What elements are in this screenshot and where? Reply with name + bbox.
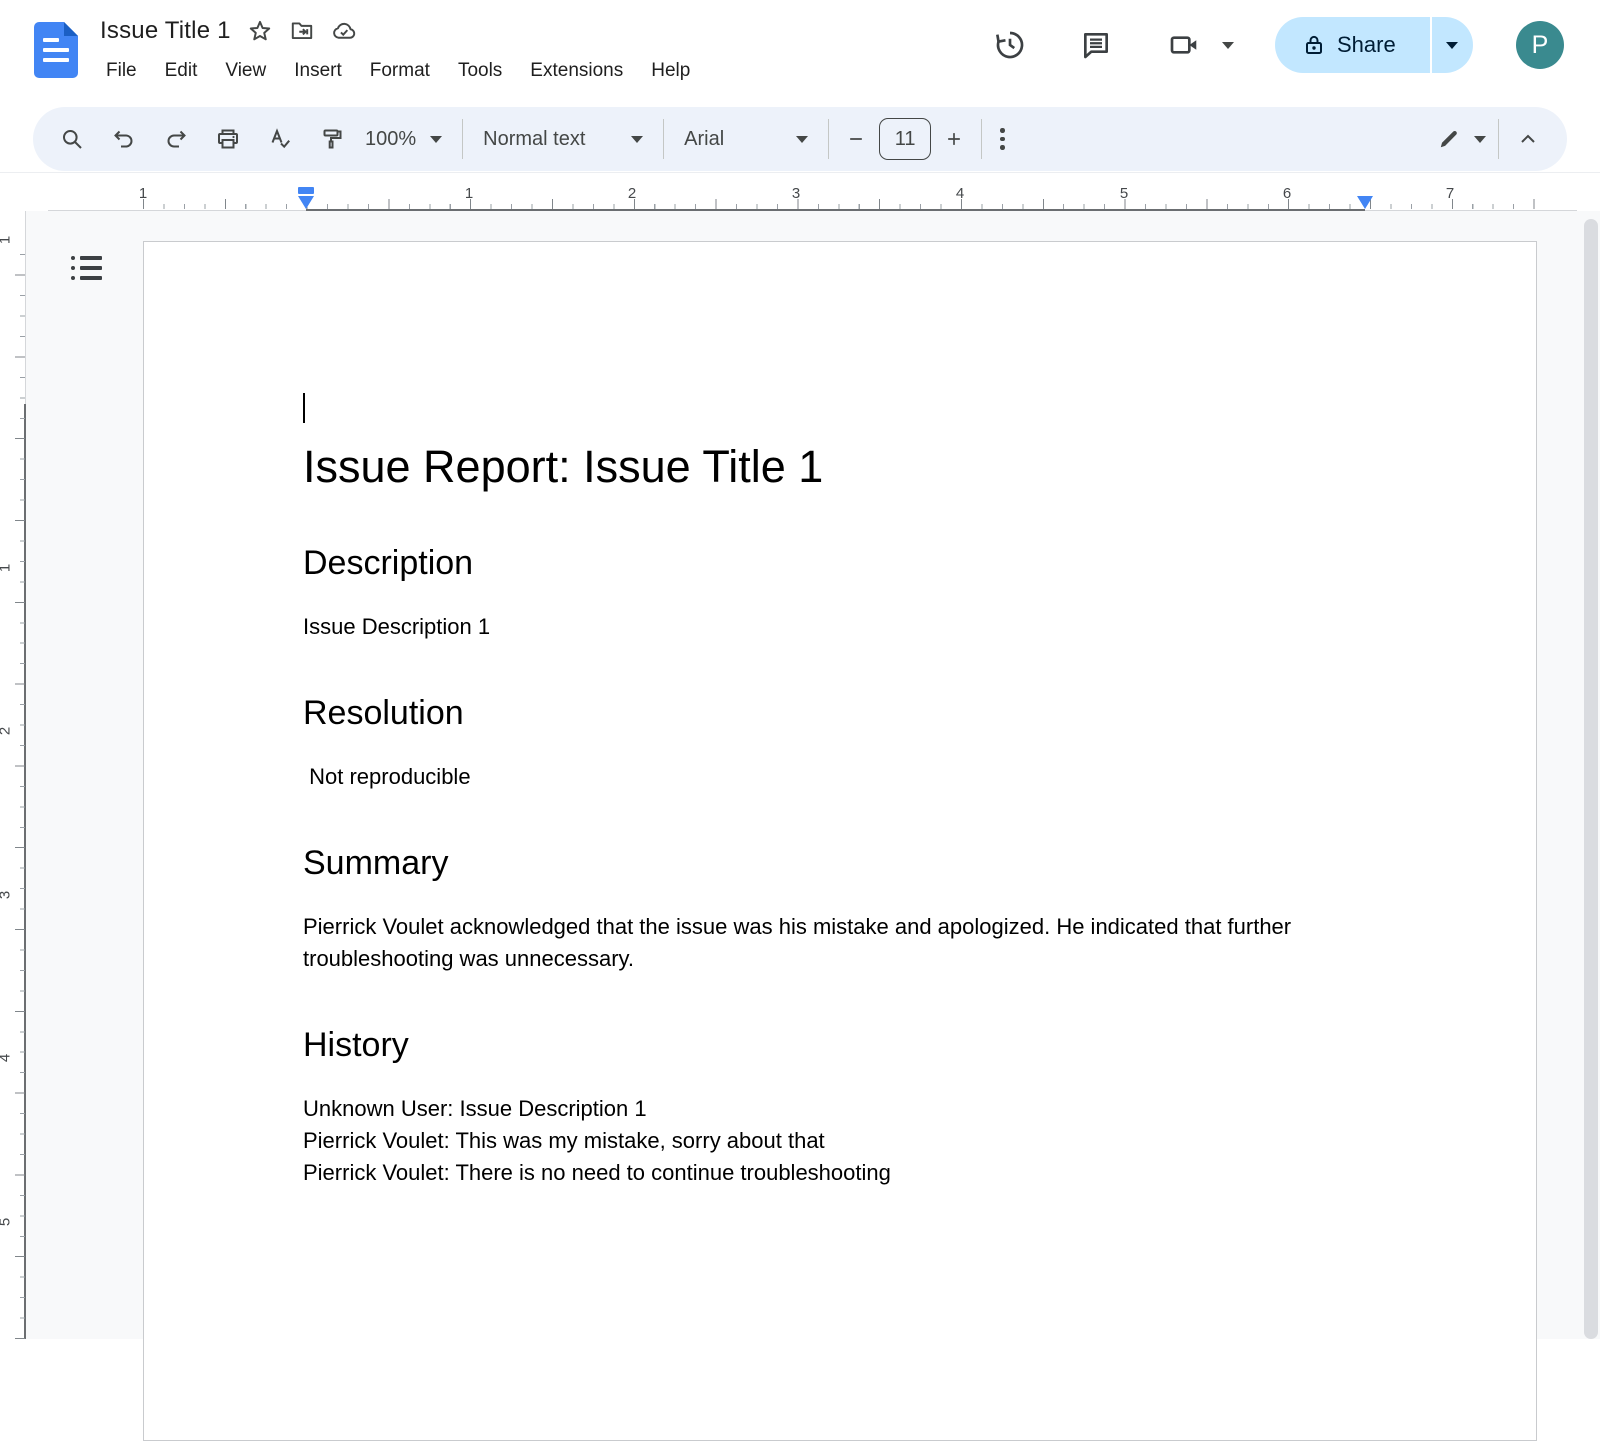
document-title-field[interactable]: Issue Title 1 <box>100 17 231 45</box>
vertical-scrollbar[interactable] <box>1584 219 1598 1339</box>
version-history-icon[interactable] <box>994 29 1026 61</box>
more-options-icon[interactable] <box>994 122 1011 156</box>
paint-format-icon[interactable] <box>315 122 349 156</box>
section-paragraph[interactable]: Not reproducible <box>303 761 1365 793</box>
document-outline-button[interactable] <box>64 246 108 290</box>
ruler-number: 2 <box>628 185 636 202</box>
section-summary: Summary Pierrick Voulet acknowledged tha… <box>303 841 1365 975</box>
menu-insert[interactable]: Insert <box>280 56 356 86</box>
ruler-number: 1 <box>0 236 14 244</box>
toolbar-divider <box>462 119 463 159</box>
increase-font-size-icon[interactable] <box>939 124 969 154</box>
section-history: History Unknown User: Issue Description … <box>303 1023 1365 1189</box>
paragraph-style-caret-icon <box>631 136 643 143</box>
menu-edit[interactable]: Edit <box>151 56 212 86</box>
section-heading[interactable]: Resolution <box>303 691 1365 735</box>
search-icon[interactable] <box>55 122 89 156</box>
doc-heading-title[interactable]: Issue Report: Issue Title 1 <box>303 441 1365 493</box>
paragraph-style-value: Normal text <box>483 128 585 151</box>
ruler-number: 7 <box>1446 185 1454 202</box>
logo-fold-shade <box>64 22 78 36</box>
collapse-toolbar-icon[interactable] <box>1511 122 1545 156</box>
font-family-caret-icon <box>796 136 808 143</box>
toolbar: 100% Normal text Arial 11 <box>33 107 1567 171</box>
ruler-number: 5 <box>1120 185 1128 202</box>
paragraph-style-select[interactable]: Normal text <box>475 124 651 155</box>
video-call-options-caret-icon[interactable] <box>1222 42 1234 49</box>
ruler-number: 5 <box>0 1218 14 1226</box>
font-size-input[interactable]: 11 <box>879 118 931 160</box>
font-size-value: 11 <box>895 128 916 151</box>
section-heading[interactable]: Description <box>303 541 1365 585</box>
ruler-number: 1 <box>465 185 473 202</box>
share-button[interactable]: Share <box>1275 17 1430 73</box>
menu-help[interactable]: Help <box>637 56 704 86</box>
ruler-number: 1 <box>0 564 14 572</box>
decrease-font-size-icon[interactable] <box>841 124 871 154</box>
ruler-number: 4 <box>956 185 964 202</box>
account-avatar[interactable]: P <box>1516 21 1564 69</box>
ruler-number: 2 <box>0 727 14 735</box>
cloud-saved-icon[interactable] <box>331 18 357 44</box>
redo-icon[interactable] <box>159 122 193 156</box>
section-description: Description Issue Description 1 <box>303 541 1365 643</box>
toolbar-divider <box>981 119 982 159</box>
empty-first-line[interactable] <box>303 393 1365 425</box>
ruler-number: 3 <box>0 891 14 899</box>
share-label: Share <box>1337 32 1396 58</box>
ruler-number: 3 <box>792 185 800 202</box>
menu-format[interactable]: Format <box>356 56 444 86</box>
editing-mode-pencil-icon[interactable] <box>1432 122 1466 156</box>
document-canvas: Issue Report: Issue Title 1 Description … <box>0 211 1600 1339</box>
left-indent-marker[interactable] <box>298 196 314 209</box>
first-line-indent-marker[interactable] <box>298 187 314 194</box>
toolbar-divider <box>1498 119 1499 159</box>
comments-icon[interactable] <box>1080 29 1112 61</box>
section-paragraph[interactable]: Pierrick Voulet: This was my mistake, so… <box>303 1125 1365 1157</box>
section-paragraph[interactable]: Unknown User: Issue Description 1 <box>303 1093 1365 1125</box>
section-paragraph[interactable]: Pierrick Voulet acknowledged that the is… <box>303 911 1365 975</box>
share-options-button[interactable] <box>1432 17 1474 73</box>
text-cursor <box>303 393 305 423</box>
ruler-number: 4 <box>0 1054 14 1062</box>
toolbar-divider <box>663 119 664 159</box>
section-resolution: Resolution Not reproducible <box>303 691 1365 793</box>
zoom-value: 100% <box>365 128 416 151</box>
menu-bar: File Edit View Insert Format Tools Exten… <box>92 56 704 86</box>
menu-view[interactable]: View <box>211 56 280 86</box>
section-heading[interactable]: Summary <box>303 841 1365 885</box>
share-button-group: Share <box>1275 17 1473 73</box>
menu-extensions[interactable]: Extensions <box>516 56 637 86</box>
star-icon[interactable] <box>247 18 273 44</box>
avatar-initial: P <box>1532 31 1549 60</box>
menu-tools[interactable]: Tools <box>444 56 516 86</box>
font-family-select[interactable]: Arial <box>676 124 816 155</box>
font-family-value: Arial <box>684 128 724 151</box>
app-header: Issue Title 1 File Edit View Insert Form… <box>0 0 1600 107</box>
section-paragraph[interactable]: Issue Description 1 <box>303 611 1365 643</box>
right-indent-marker[interactable] <box>1357 196 1373 209</box>
undo-icon[interactable] <box>107 122 141 156</box>
horizontal-ruler[interactable]: 1 1 2 3 4 5 6 7 <box>0 172 1600 211</box>
video-call-icon[interactable] <box>1168 29 1200 61</box>
ruler-number: 6 <box>1283 185 1291 202</box>
zoom-caret-icon <box>430 136 442 143</box>
docs-logo-icon[interactable] <box>34 22 78 78</box>
print-icon[interactable] <box>211 122 245 156</box>
editing-mode-caret-icon[interactable] <box>1474 136 1486 143</box>
section-heading[interactable]: History <box>303 1023 1365 1067</box>
spellcheck-icon[interactable] <box>263 122 297 156</box>
vertical-ruler[interactable]: 1 1 2 3 4 5 <box>0 211 26 1339</box>
menu-file[interactable]: File <box>92 56 151 86</box>
lock-icon <box>1302 33 1326 57</box>
document-outline-icon <box>71 256 102 280</box>
section-paragraph[interactable]: Pierrick Voulet: There is no need to con… <box>303 1157 1365 1189</box>
ruler-number: 1 <box>139 185 147 202</box>
move-folder-icon[interactable] <box>289 18 315 44</box>
zoom-select[interactable]: 100% <box>357 124 450 155</box>
document-page[interactable]: Issue Report: Issue Title 1 Description … <box>143 241 1537 1441</box>
share-caret-icon <box>1446 42 1458 49</box>
toolbar-divider <box>828 119 829 159</box>
